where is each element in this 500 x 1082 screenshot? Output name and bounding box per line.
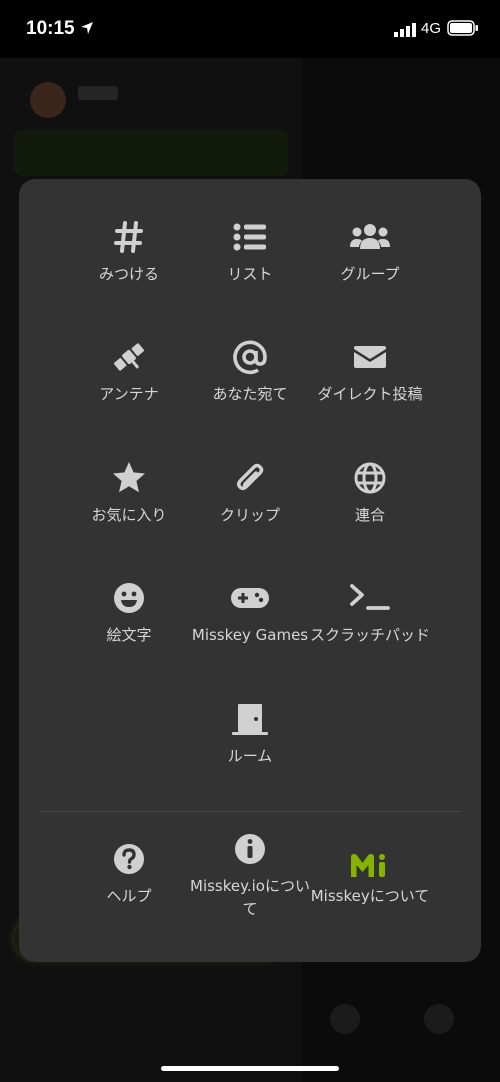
menu-item-label: 連合 [354,506,385,524]
menu-item-scratchpad[interactable]: スクラッチパッド [310,580,430,647]
menu-item-label: 絵文字 [106,626,152,644]
menu-item-antenna[interactable]: アンテナ [69,339,189,406]
menu-item-label: Misskey.ioについて [190,877,310,918]
navigation-menu: みつける リスト グループ アンテナ あなた宛て ダイレクト投稿 お気に入り ク… [19,179,481,962]
question-icon [69,841,189,881]
menu-item-label: グループ [340,265,400,283]
menu-item-federation[interactable]: 連合 [310,460,430,527]
menu-item-favorites[interactable]: お気に入り [69,460,189,527]
door-icon [190,701,310,741]
menu-item-explore[interactable]: みつける [69,219,189,286]
menu-item-label: あなた宛て [212,385,288,403]
globe-icon [310,460,430,500]
users-icon [310,219,430,259]
menu-item-label: みつける [98,265,159,283]
status-time: 10:15 [26,18,75,39]
envelope-icon [310,339,430,379]
status-bar: 10:15 4G [0,0,500,58]
menu-item-label: アンテナ [99,385,159,403]
signal-icon [394,22,416,41]
menu-item-groups[interactable]: グループ [310,219,430,286]
menu-item-label: クリップ [219,506,280,524]
menu-item-label: ダイレクト投稿 [317,385,423,403]
info-icon [185,831,315,871]
menu-item-about-instance[interactable]: Misskey.ioについて [185,831,315,921]
paperclip-icon [190,460,310,500]
home-indicator[interactable] [161,1066,339,1071]
menu-item-label: お気に入り [91,506,167,524]
menu-item-help[interactable]: ヘルプ [69,841,189,908]
menu-item-label: スクラッチパッド [310,626,431,644]
location-arrow-icon [80,20,94,39]
menu-item-label: ヘルプ [106,887,152,905]
menu-divider [39,811,461,812]
network-type: 4G [421,20,442,37]
menu-item-rooms[interactable]: ルーム [190,701,310,768]
menu-item-clips[interactable]: クリップ [190,460,310,527]
list-icon [190,219,310,259]
at-icon [190,339,310,379]
menu-item-emojis[interactable]: 絵文字 [69,580,189,647]
menu-item-about-misskey[interactable]: Misskeyについて [307,851,433,908]
gamepad-icon [190,580,310,620]
menu-item-games[interactable]: Misskey Games [190,580,310,647]
menu-item-label: Misskeyについて [310,887,430,905]
menu-item-direct[interactable]: ダイレクト投稿 [310,339,430,406]
menu-item-mentions[interactable]: あなた宛て [190,339,310,406]
smile-icon [69,580,189,620]
hashtag-icon [69,219,189,259]
battery-icon [447,20,479,40]
menu-item-label: ルーム [227,747,273,765]
misskey-logo-icon [307,851,433,881]
menu-item-label: リスト [227,265,273,283]
terminal-icon [310,580,430,620]
star-icon [69,460,189,500]
menu-item-label: Misskey Games [191,626,309,644]
menu-item-lists[interactable]: リスト [190,219,310,286]
satellite-icon [69,339,189,379]
